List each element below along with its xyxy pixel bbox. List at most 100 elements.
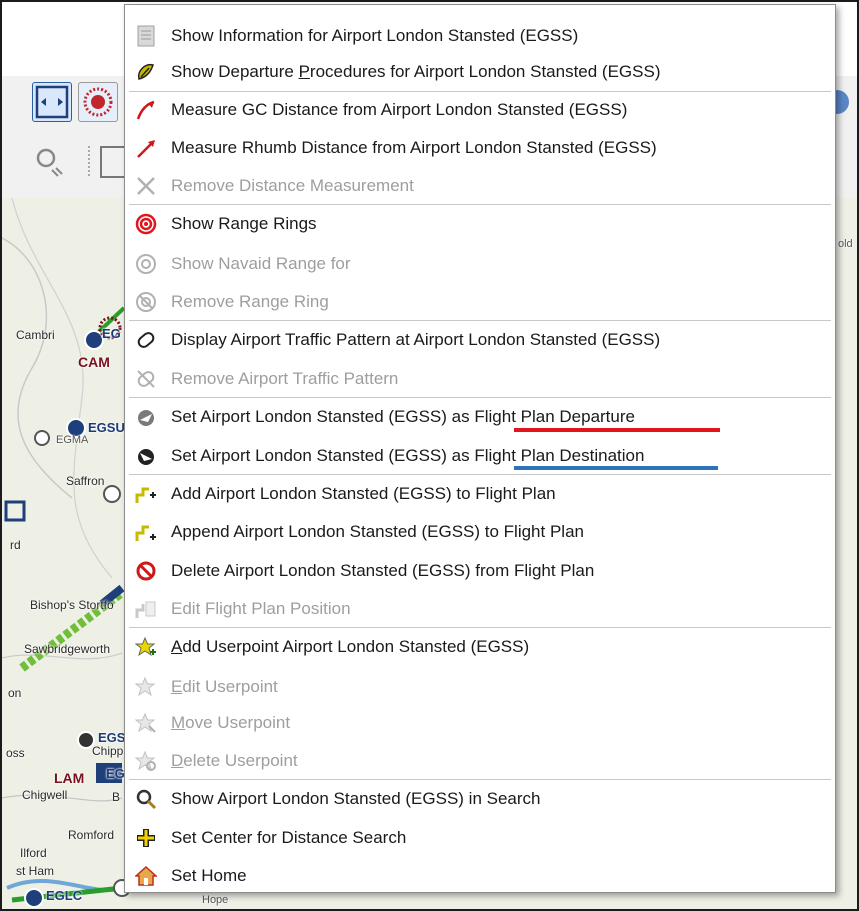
- delete-userpoint-icon: [135, 750, 157, 772]
- menu-item-label: Set Airport London Stansted (EGSS) as Fl…: [171, 407, 635, 426]
- menu-separator: [129, 320, 831, 321]
- map-airport-label: EG: [102, 326, 121, 341]
- destination-highlight-underline: [514, 466, 718, 470]
- menu-item-display-traffic-pattern[interactable]: Display Airport Traffic Pattern at Airpo…: [125, 322, 835, 358]
- menu-item-add-userpoint[interactable]: Add Userpoint Airport London Stansted (E…: [125, 629, 835, 665]
- measure-gc-icon: [135, 99, 157, 121]
- menu-separator: [129, 474, 831, 475]
- menu-item-label: Add Userpoint Airport London Stansted (E…: [171, 637, 530, 656]
- menu-separator: [129, 397, 831, 398]
- map-place-label: Hope: [202, 894, 229, 906]
- menu-item-label: Show Departure Procedures for Airport Lo…: [171, 62, 661, 81]
- map-airport-label: EGSU: [88, 420, 125, 435]
- menu-item-delete-from-flight-plan[interactable]: Delete Airport London Stansted (EGSS) fr…: [125, 553, 835, 589]
- menu-item-label: Display Airport Traffic Pattern at Airpo…: [171, 330, 661, 349]
- menu-item-append-to-flight-plan[interactable]: Append Airport London Stansted (EGSS) to…: [125, 514, 835, 550]
- map-projection-button[interactable]: [32, 82, 72, 122]
- remove-range-ring-icon: [135, 291, 157, 313]
- menu-item-remove-range-ring[interactable]: Remove Range Ring: [125, 284, 835, 320]
- menu-item-label: Append Airport London Stansted (EGSS) to…: [171, 522, 584, 541]
- menu-item-show-information[interactable]: Show Information for Airport London Stan…: [125, 18, 835, 54]
- map-place-label: Sawbridgeworth: [24, 642, 111, 656]
- menu-item-label: Add Airport London Stansted (EGSS) to Fl…: [171, 484, 556, 503]
- document-icon: [135, 25, 157, 47]
- menu-item-show-departure-procedures[interactable]: Show Departure Procedures for Airport Lo…: [125, 54, 835, 90]
- menu-item-show-in-search[interactable]: Show Airport London Stansted (EGSS) in S…: [125, 781, 835, 817]
- edit-userpoint-icon: [135, 676, 157, 698]
- menu-item-label: Set Airport London Stansted (EGSS) as Fl…: [171, 446, 645, 465]
- menu-item-measure-gc-distance[interactable]: Measure GC Distance from Airport London …: [125, 92, 835, 128]
- navaid-range-icon: [135, 253, 157, 275]
- map-navaid-label: CAM: [78, 354, 110, 370]
- menu-item-edit-flight-plan-position[interactable]: Edit Flight Plan Position: [125, 591, 835, 627]
- menu-item-label: Remove Distance Measurement: [171, 176, 414, 195]
- menu-item-set-center-distance-search[interactable]: Set Center for Distance Search: [125, 820, 835, 856]
- add-userpoint-icon: [135, 636, 157, 658]
- edit-position-icon: [135, 598, 157, 620]
- menu-item-measure-rhumb-distance[interactable]: Measure Rhumb Distance from Airport Lond…: [125, 130, 835, 166]
- map-place-label: Cambri: [16, 328, 55, 342]
- menu-item-edit-userpoint[interactable]: Edit Userpoint: [125, 669, 835, 705]
- menu-item-add-to-flight-plan[interactable]: Add Airport London Stansted (EGSS) to Fl…: [125, 476, 835, 512]
- map-place-label: old: [838, 238, 853, 250]
- set-destination-icon: [135, 445, 157, 467]
- menu-item-show-range-rings[interactable]: Show Range Rings: [125, 206, 835, 242]
- map-place-label: Romford: [68, 828, 115, 842]
- menu-item-label: Edit Flight Plan Position: [171, 599, 351, 618]
- menu-item-move-userpoint[interactable]: Move Userpoint: [125, 705, 835, 741]
- map-place-label: oss: [6, 746, 25, 760]
- menu-item-label: Delete Airport London Stansted (EGSS) fr…: [171, 561, 595, 580]
- range-rings-icon: [135, 213, 157, 235]
- map-place-label: Saffron: [66, 474, 105, 488]
- menu-item-set-flight-plan-destination[interactable]: Set Airport London Stansted (EGSS) as Fl…: [125, 438, 835, 474]
- delete-icon: [135, 560, 157, 582]
- menu-item-label: Remove Range Ring: [171, 292, 329, 311]
- menu-item-remove-traffic-pattern[interactable]: Remove Airport Traffic Pattern: [125, 361, 835, 397]
- menu-item-label: Show Navaid Range for: [171, 254, 351, 273]
- set-departure-icon: [135, 406, 157, 428]
- menu-item-label: Show Information for Airport London Stan…: [171, 26, 579, 45]
- context-menu: Show Information for Airport London Stan…: [124, 4, 836, 893]
- menu-item-label: Measure Rhumb Distance from Airport Lond…: [171, 138, 657, 157]
- menu-item-label: Measure GC Distance from Airport London …: [171, 100, 628, 119]
- map-navaid-label: LAM: [54, 770, 85, 786]
- traffic-pattern-icon: [135, 329, 157, 351]
- menu-item-set-home[interactable]: Set Home: [125, 858, 835, 894]
- range-ring-tool-button[interactable]: [78, 82, 118, 122]
- menu-item-label: Show Range Rings: [171, 214, 317, 233]
- map-place-label: Bishop's Stortfo: [30, 598, 114, 612]
- search-icon: [135, 788, 157, 810]
- map-airport-label: EGS: [98, 730, 126, 745]
- menu-item-remove-distance-measurement[interactable]: Remove Distance Measurement: [125, 168, 835, 204]
- menu-separator: [129, 627, 831, 628]
- map-place-label: Ilford: [20, 846, 47, 860]
- menu-item-show-navaid-range[interactable]: Show Navaid Range for: [125, 246, 835, 282]
- menu-item-label: Edit Userpoint: [171, 677, 278, 696]
- satellite-tool-icon[interactable]: [32, 144, 68, 180]
- menu-item-label: Show Airport London Stansted (EGSS) in S…: [171, 789, 541, 808]
- menu-item-label: Set Home: [171, 866, 247, 885]
- toolbar-separator: [88, 146, 94, 176]
- map-airport-label: EGMA: [56, 434, 89, 446]
- departure-highlight-underline: [514, 428, 720, 432]
- menu-item-label: Remove Airport Traffic Pattern: [171, 369, 399, 388]
- map-place-label: B: [112, 790, 121, 804]
- remove-traffic-pattern-icon: [135, 368, 157, 390]
- home-icon: [135, 865, 157, 887]
- menu-item-delete-userpoint[interactable]: Delete Userpoint: [125, 743, 835, 779]
- departure-procedure-icon: [135, 61, 157, 83]
- map-place-label: Chigwell: [22, 788, 68, 802]
- map-airport-label: EGLC: [46, 888, 83, 903]
- map-place-label: rd: [10, 538, 21, 552]
- add-flightplan-icon: [135, 483, 157, 505]
- menu-item-label: Delete Userpoint: [171, 751, 298, 770]
- measure-rhumb-icon: [135, 137, 157, 159]
- remove-measurement-icon: [135, 175, 157, 197]
- map-place-label: on: [8, 686, 22, 700]
- menu-item-label: Set Center for Distance Search: [171, 828, 407, 847]
- menu-separator: [129, 204, 831, 205]
- menu-item-label: Move Userpoint: [171, 713, 291, 732]
- menu-item-set-flight-plan-departure[interactable]: Set Airport London Stansted (EGSS) as Fl…: [125, 399, 835, 435]
- center-cross-icon: [135, 827, 157, 849]
- append-flightplan-icon: [135, 521, 157, 543]
